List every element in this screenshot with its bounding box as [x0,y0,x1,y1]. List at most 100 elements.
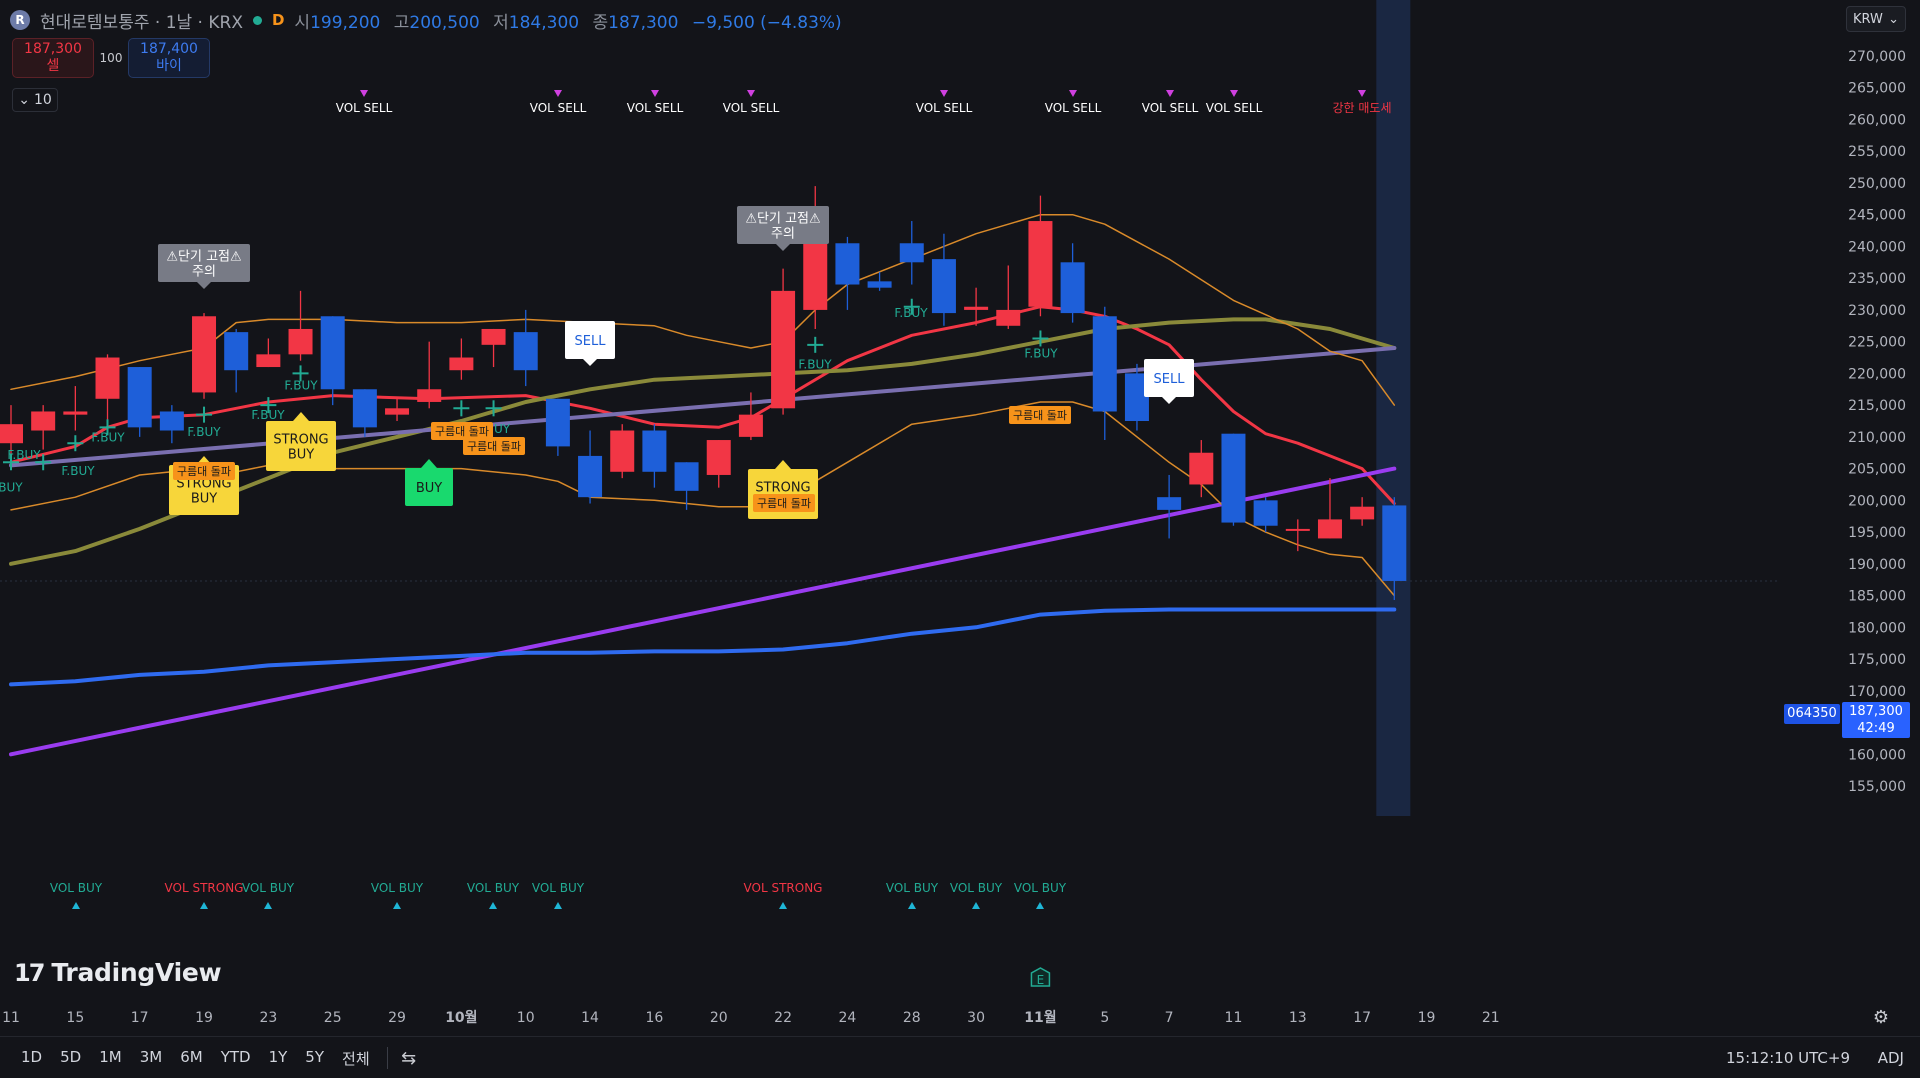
indicators-toggle[interactable]: ⌄ 10 [12,88,58,112]
signal-callout: ⚠단기 고점⚠주의 [158,244,250,289]
candle-body [996,309,1021,326]
candle-body [352,389,377,428]
interval-badge: D [271,11,285,29]
adjust-toggle[interactable]: ADJ [1878,1049,1904,1067]
candle-body [1285,528,1310,531]
time-axis[interactable]: 11 15 17 19 23 25 29 10월 10 14 16 20 22 24 28 30 11월 5 7 11… [2,1009,1500,1026]
candle-body [1189,452,1214,485]
symbol-header[interactable]: R 현대로템보통주 · 1날 · KRX D 시199,200 고200,500… [10,6,842,34]
x-tick-label: 13 [1289,1010,1307,1026]
tag-text: 구름대 돌파 [435,425,489,438]
callout-text: 주의 [192,265,216,280]
y-tick-label: 190,000 [1848,557,1906,573]
y-tick-label: 180,000 [1848,620,1906,636]
x-tick-label: 28 [903,1010,921,1026]
tag-text: 구름대 돌파 [467,440,521,453]
clock[interactable]: 15:12:10 UTC+9 [1726,1049,1850,1067]
tag-text: 구름대 돌파 [1013,409,1067,422]
candle-body [63,411,88,415]
candle-body [1253,500,1278,526]
series-line-4 [9,607,1397,687]
callout-text: BUY [416,481,442,496]
earnings-letter: E [1037,973,1045,987]
symbol-name[interactable]: 현대로템보통주 · 1날 · KRX [40,8,243,33]
symbol-logo-icon: R [10,10,30,30]
timeframe-8[interactable]: 전체 [333,1048,379,1069]
gear-icon[interactable]: ⚙ [1868,1004,1894,1030]
timeframe-5[interactable]: YTD [212,1048,260,1069]
y-tick-label: 160,000 [1848,747,1906,763]
market-open-icon [252,15,262,25]
timeframe-7[interactable]: 5Y [296,1048,333,1069]
timeframe-6[interactable]: 1Y [260,1048,297,1069]
x-tick-label: 25 [324,1010,342,1026]
candle-body [964,306,989,310]
tradingview-app: F.BUY F.BUY F.BUY F.BUY F.BUY F.BUY F.BUY F.BUY… [0,0,1920,1078]
bottom-signal-label: VOL BUY [950,881,1003,895]
candle-body [610,430,635,472]
close-value: 187,300 [608,12,679,33]
logo-text: TradingView [51,958,222,987]
cloud-breakout-tag: 구름대 돌파 [173,462,235,480]
y-tick-label: 220,000 [1848,366,1906,382]
timeframe-1[interactable]: 5D [51,1048,90,1069]
low-label: 저 [493,12,509,33]
buy-button[interactable]: 187,400 바이 [128,38,210,78]
top-signal-label: VOL SELL [530,101,587,115]
candle-body [224,332,249,371]
y-tick-label: 185,000 [1848,589,1906,605]
signal-small-label: F.BUY [91,430,125,444]
x-tick-label: 19 [195,1010,213,1026]
sell-button[interactable]: 187,300 셀 [12,38,94,78]
x-tick-label: 24 [839,1010,857,1026]
candle-body [256,354,281,368]
bottom-signal-label: VOL BUY [1014,881,1067,895]
x-tick-label: 22 [774,1010,792,1026]
y-tick-label: 240,000 [1848,239,1906,255]
candle-body [1060,262,1085,314]
vol-sell-arrow-icon [747,90,755,97]
vol-buy-arrow-icon [393,902,401,909]
vol-buy-arrow-icon [908,902,916,909]
y-tick-label: 250,000 [1848,176,1906,192]
vol-sell-arrow-icon [360,90,368,97]
callout-pointer [775,460,791,469]
currency-selector[interactable]: KRW ⌄ [1846,6,1906,32]
bar-countdown: 42:49 [1857,721,1895,736]
divider [386,1047,388,1069]
candle-body [931,259,956,314]
tradingview-logo[interactable]: 17 TradingView [14,958,222,987]
bottom-signal-label: VOL BUY [467,881,520,895]
candle-body [867,281,892,288]
signal-small-label: F.BUY [251,408,285,422]
candle-body [706,440,731,475]
x-tick-label: 23 [259,1010,277,1026]
x-tick-label: 17 [131,1010,149,1026]
cloud-breakout-tag: 구름대 돌파 [1009,406,1071,424]
callout-pointer [197,282,211,289]
signal-callout: SELL [565,321,615,366]
bottom-signal-label: VOL STRONG [165,881,244,895]
y-tick-label: 205,000 [1848,462,1906,478]
vol-buy-arrow-icon [779,902,787,909]
price-chart[interactable]: F.BUY F.BUY F.BUY F.BUY F.BUY F.BUY F.BUY F.BUY… [0,0,1920,1078]
quantity-field[interactable]: 100 [94,51,128,65]
timeframe-2[interactable]: 1M [90,1048,131,1069]
timeframe-buttons: 1D 5D 1M 3M 6M YTD 1Y 5Y 전체 [12,1048,379,1069]
buy-cross-marker [196,406,213,423]
timeframe-4[interactable]: 6M [171,1048,212,1069]
date-range-icon[interactable]: ⇆ [396,1047,422,1069]
candle-body [674,462,699,491]
y-tick-label: 270,000 [1848,49,1906,65]
timeframe-0[interactable]: 1D [12,1048,51,1069]
signal-small-label: UY [494,422,511,436]
y-tick-label: 175,000 [1848,652,1906,668]
grid [0,0,1920,1034]
candle-body [1157,497,1182,510]
vol-buy-arrow-icon [264,902,272,909]
vol-sell-arrow-icon [1166,90,1174,97]
callout-pointer [1162,397,1176,404]
candle-body [417,389,442,402]
timeframe-3[interactable]: 3M [131,1048,172,1069]
candle-body [1092,316,1117,412]
